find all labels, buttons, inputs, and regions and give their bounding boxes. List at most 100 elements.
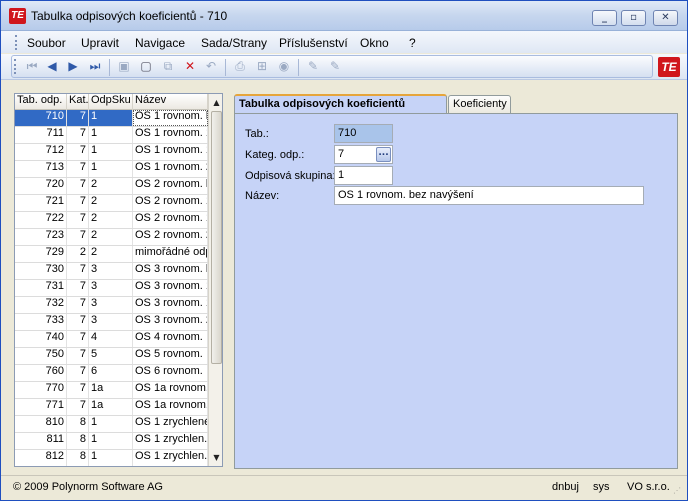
table-row[interactable]: 722 7 2 OS 2 rovnom. 1 <box>15 212 208 229</box>
menu-navigace[interactable]: Navigace <box>135 36 185 50</box>
table-row[interactable]: 810 8 1 OS 1 zrychlené <box>15 416 208 433</box>
menu-okno[interactable]: Okno <box>360 36 389 50</box>
menu-upravit[interactable]: Upravit <box>81 36 119 50</box>
cell-kat: 7 <box>67 178 89 194</box>
previous-record-icon[interactable]: ◀ <box>44 59 60 75</box>
cell-nazev: OS 1 rovnom. 1 <box>133 127 208 143</box>
cell-kat: 8 <box>67 416 89 432</box>
menu-sada-strany[interactable]: Sada/Strany <box>201 36 267 50</box>
resize-grip-icon[interactable]: ⋰ <box>673 486 685 498</box>
menu-help[interactable]: ? <box>409 36 416 50</box>
nazev-field[interactable]: OS 1 rovnom. bez navýšení <box>334 186 644 205</box>
table-row[interactable]: 712 7 1 OS 1 rovnom. 1 <box>15 144 208 161</box>
table-row[interactable]: 812 8 1 OS 1 zrychlen. <box>15 450 208 466</box>
tab-label: Tab.: <box>245 128 269 140</box>
table-row[interactable]: 760 7 6 OS 6 rovnom. <box>15 365 208 382</box>
status-user: sys <box>593 481 610 493</box>
cell-tab: 721 <box>15 195 67 211</box>
window-title: Tabulka odpisových koeficientů - 710 <box>31 9 228 23</box>
cell-kat: 7 <box>67 144 89 160</box>
cell-nazev: OS 1 zrychlené <box>133 416 208 432</box>
cell-tab: 750 <box>15 348 67 364</box>
cell-tab: 712 <box>15 144 67 160</box>
tab-field[interactable]: 710 <box>334 124 393 143</box>
col-header-kat[interactable]: Kat. <box>67 94 89 110</box>
cell-nazev: OS 1 zrychlen. <box>133 450 208 466</box>
table-row[interactable]: 771 7 1a OS 1a rovnom. <box>15 399 208 416</box>
col-header-tab[interactable]: Tab. odp. <box>15 94 67 110</box>
copy-record-icon[interactable]: ⧉ <box>160 59 176 75</box>
tree-icon[interactable]: ⊞ <box>254 59 270 75</box>
scroll-down-icon[interactable]: ▼ <box>210 451 222 464</box>
cell-tab: 729 <box>15 246 67 262</box>
save-icon[interactable]: ▣ <box>116 59 132 75</box>
cell-nazev: OS 3 rovnom. 2 <box>133 314 208 330</box>
last-record-icon[interactable]: ⏭ <box>87 59 103 75</box>
list-header: Tab. odp. Kat. OdpSku Název <box>15 94 208 110</box>
cell-odpsku: 2 <box>89 195 133 211</box>
scroll-up-icon[interactable]: ▲ <box>210 96 222 109</box>
cell-kat: 7 <box>67 229 89 245</box>
records-list: Tab. odp. Kat. OdpSku Název 710 7 1 OS 1 ro… <box>14 93 223 467</box>
cell-nazev: OS 1a rovnom. <box>133 399 208 415</box>
cell-odpsku: 2 <box>89 178 133 194</box>
table-row[interactable]: 732 7 3 OS 3 rovnom. 1 <box>15 297 208 314</box>
title-bar[interactable]: TE Tabulka odpisových koeficientů - 710 … <box>1 1 687 31</box>
refresh-icon[interactable]: ◉ <box>276 59 292 75</box>
menu-prislusenstvi[interactable]: Příslušenství <box>279 36 348 50</box>
close-button[interactable]: ✕ <box>653 10 678 26</box>
edit-pen-alt-icon[interactable]: ✎ <box>327 59 343 75</box>
table-row[interactable]: 811 8 1 OS 1 zrychlen. <box>15 433 208 450</box>
table-row[interactable]: 720 7 2 OS 2 rovnom. b <box>15 178 208 195</box>
cell-nazev: OS 3 rovnom. 1 <box>133 280 208 296</box>
col-header-odpsku[interactable]: OdpSku <box>89 94 133 110</box>
tab-tabulka[interactable]: Tabulka odpisových koeficientů <box>234 94 447 113</box>
cell-nazev: OS 1a rovnom. <box>133 382 208 398</box>
cell-tab: 740 <box>15 331 67 347</box>
table-row[interactable]: 730 7 3 OS 3 rovnom. b <box>15 263 208 280</box>
edit-pen-icon[interactable]: ✎ <box>305 59 321 75</box>
table-row[interactable]: 721 7 2 OS 2 rovnom. 1 <box>15 195 208 212</box>
toolbar: ⏮ ◀ ▶ ⏭ ▣ ▢ ⧉ ✕ ↶ ⎙ ⊞ ◉ ✎ ✎ <box>1 54 687 80</box>
new-record-icon[interactable]: ▢ <box>138 59 154 75</box>
minimize-button[interactable]: _ <box>592 10 617 26</box>
cell-tab: 731 <box>15 280 67 296</box>
scrollbar-thumb[interactable] <box>211 111 222 364</box>
cell-kat: 7 <box>67 280 89 296</box>
app-logo-icon: TE <box>9 8 26 24</box>
table-row[interactable]: 740 7 4 OS 4 rovnom. <box>15 331 208 348</box>
cell-tab: 771 <box>15 399 67 415</box>
cell-odpsku: 1 <box>89 416 133 432</box>
cell-nazev: OS 1 rovnom. 1 <box>133 144 208 160</box>
skupina-label: Odpisová skupina: <box>245 170 336 182</box>
table-row[interactable]: 750 7 5 OS 5 rovnom. <box>15 348 208 365</box>
kateg-lookup-button[interactable]: ... <box>376 147 391 162</box>
table-row[interactable]: 731 7 3 OS 3 rovnom. 1 <box>15 280 208 297</box>
table-row[interactable]: 770 7 1a OS 1a rovnom. <box>15 382 208 399</box>
cell-nazev: OS 1 rovnom. 2 <box>133 161 208 177</box>
table-row[interactable]: 733 7 3 OS 3 rovnom. 2 <box>15 314 208 331</box>
first-record-icon[interactable]: ⏮ <box>24 59 40 75</box>
delete-icon[interactable]: ✕ <box>182 59 198 75</box>
table-row[interactable]: 711 7 1 OS 1 rovnom. 1 <box>15 127 208 144</box>
detail-form: Tab.: 710 Kateg. odp.: 7 ... Odpisová sk… <box>234 113 678 469</box>
menu-bar: Soubor Upravit Navigace Sada/Strany Přís… <box>1 31 687 53</box>
next-record-icon[interactable]: ▶ <box>65 59 81 75</box>
cell-nazev: OS 1 zrychlen. <box>133 433 208 449</box>
print-icon[interactable]: ⎙ <box>232 59 248 75</box>
cell-nazev: OS 3 rovnom. 1 <box>133 297 208 313</box>
table-row[interactable]: 729 2 2 mimořádné odp <box>15 246 208 263</box>
table-row[interactable]: 723 7 2 OS 2 rovnom. 2 <box>15 229 208 246</box>
col-header-nazev[interactable]: Název <box>133 94 208 110</box>
tab-koeficienty[interactable]: Koeficienty <box>448 95 511 113</box>
undo-icon[interactable]: ↶ <box>203 59 219 75</box>
table-row[interactable]: 713 7 1 OS 1 rovnom. 2 <box>15 161 208 178</box>
skupina-field[interactable]: 1 <box>334 166 393 185</box>
cell-nazev: OS 1 rovnom. b <box>133 110 208 126</box>
cell-odpsku: 1 <box>89 110 133 126</box>
maximize-button[interactable]: ▫ <box>621 10 646 26</box>
menu-soubor[interactable]: Soubor <box>27 36 66 50</box>
cell-tab: 811 <box>15 433 67 449</box>
list-scrollbar[interactable]: ▲ ▼ <box>208 94 222 466</box>
table-row[interactable]: 710 7 1 OS 1 rovnom. b <box>15 110 208 127</box>
